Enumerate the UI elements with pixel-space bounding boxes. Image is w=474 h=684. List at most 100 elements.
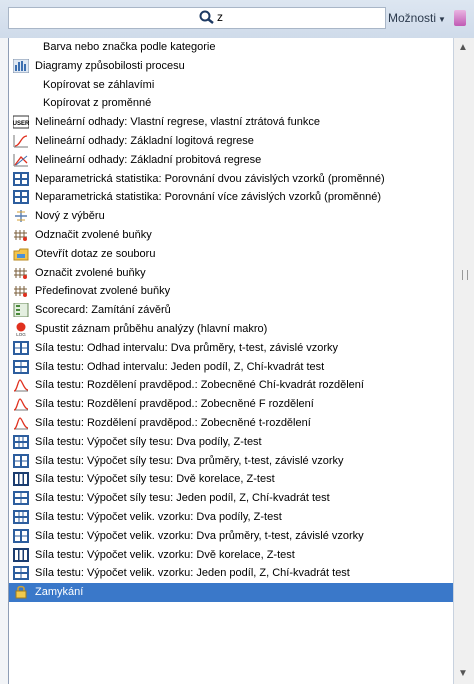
power-two-means-icon [13,528,29,543]
list-item-label: Nelineární odhady: Vlastní regrese, vlas… [35,116,320,129]
list-item[interactable]: Síla testu: Rozdělení pravděpod.: Zobecn… [9,395,453,414]
options-label: Možnosti [388,11,437,25]
svg-text:USER: USER [13,121,29,127]
process-capability-icon [13,58,29,73]
power-two-proportions-icon [13,434,29,449]
list-item[interactable]: Síla testu: Výpočet velik. vzorku: Dva p… [9,527,453,546]
chevron-down-icon: ▼ [438,15,446,24]
list-item-label: Síla testu: Výpočet velik. vzorku: Dvě k… [35,548,295,561]
user-regression-icon: USER [13,115,29,129]
list-item[interactable]: USER Nelineární odhady: Vlastní regrese, … [9,113,453,132]
list-item-label: Síla testu: Výpočet síly tesu: Dva průmě… [35,454,344,467]
list-item-label: Síla testu: Výpočet síly tesu: Dva podíl… [35,435,262,448]
list-item[interactable]: Zamykání [9,583,453,602]
list-item-label: Síla testu: Výpočet síly tesu: Dvě korel… [35,473,275,486]
list-item-label: Kopírovat se záhlavími [43,78,155,91]
power-correlations-icon [13,547,29,562]
open-query-icon [13,248,29,261]
list-item-label: Neparametrická statistika: Porovnání víc… [35,191,382,204]
distribution-curve-icon [13,417,29,430]
list-item[interactable]: Předefinovat zvolené buňky [9,282,453,301]
list-item-label: Označit zvolené buňky [35,266,146,279]
list-item[interactable]: Síla testu: Výpočet velik. vzorku: Dva p… [9,508,453,527]
list-item[interactable]: Síla testu: Výpočet síly tesu: Dva podíl… [9,433,453,452]
new-from-selection-icon [15,210,27,223]
list-item[interactable]: LOG Spustit záznam průběhu analýzy (hlavn… [9,320,453,339]
list-item-label: Předefinovat zvolené buňky [35,285,171,298]
distribution-curve-icon [13,379,29,392]
ribbon-edge-icon [454,10,466,26]
list-item[interactable]: Scorecard: Zamítání závěrů [9,301,453,320]
list-item-label: Diagramy způsobilosti procesu [35,59,185,72]
list-item-label: Nový z výběru [35,210,105,223]
list-item-label: Spustit záznam průběhu analýzy (hlavní m… [35,322,268,335]
search-input[interactable] [8,7,386,29]
list-item-label: Nelineární odhady: Základní logitová reg… [35,134,254,147]
list-item[interactable]: Diagramy způsobilosti procesu [9,57,453,76]
power-one-proportion-icon [13,566,29,581]
list-item-label: Nelineární odhady: Základní probitová re… [35,153,262,166]
search-value: z [217,10,223,24]
list-item[interactable]: Nelineární odhady: Základní logitová reg… [9,132,453,151]
list-item-label: Síla testu: Rozdělení pravděpod.: Zobecn… [35,379,364,392]
probit-curve-icon [13,153,28,167]
list-item[interactable]: Otevřít dotaz ze souboru [9,245,453,264]
svg-text:LOG: LOG [16,332,26,336]
list-item-label: Neparametrická statistika: Porovnání dvo… [35,172,385,185]
list-item[interactable]: Nelineární odhady: Základní probitová re… [9,151,453,170]
list-item-label: Otevřít dotaz ze souboru [35,247,156,260]
power-one-proportion-icon [13,359,29,374]
list-item[interactable]: Síla testu: Rozdělení pravděpod.: Zobecn… [9,414,453,433]
mark-cells-icon [14,267,27,279]
scorecard-icon [13,303,29,318]
list-item[interactable]: Síla testu: Výpočet síly tesu: Dvě korel… [9,470,453,489]
options-button[interactable]: Možnosti ▼ [388,8,452,28]
logit-curve-icon [13,134,28,148]
list-item[interactable]: Neparametrická statistika: Porovnání víc… [9,188,453,207]
power-two-proportions-icon [13,509,29,524]
list-item[interactable]: Síla testu: Výpočet síly tesu: Jeden pod… [9,489,453,508]
list-item[interactable]: Síla testu: Rozdělení pravděpod.: Zobecn… [9,376,453,395]
list-item[interactable]: Označit zvolené buňky [9,264,453,283]
list-item[interactable]: Síla testu: Výpočet velik. vzorku: Jeden… [9,564,453,583]
list-item[interactable]: Odznačit zvolené buňky [9,226,453,245]
nonparametric-grid-icon [13,171,29,186]
power-two-means-icon [13,453,29,468]
list-item-label: Odznačit zvolené buňky [35,228,152,241]
list-item[interactable]: Síla testu: Výpočet síly tesu: Dva průmě… [9,452,453,471]
list-item[interactable]: Nový z výběru [9,207,453,226]
list-item[interactable]: Kopírovat z proměnné [9,94,453,113]
list-item-label: Síla testu: Rozdělení pravděpod.: Zobecn… [35,416,311,429]
distribution-curve-icon [13,398,29,411]
power-two-means-icon [13,340,29,355]
unmark-cells-icon [14,229,27,241]
scroll-down-icon[interactable]: ▼ [458,668,468,679]
lock-icon [15,585,27,599]
list-item[interactable]: Neparametrická statistika: Porovnání dvo… [9,170,453,189]
list-item-label: Síla testu: Odhad intervalu: Jeden podíl… [35,360,325,373]
list-item[interactable]: Síla testu: Odhad intervalu: Dva průměry… [9,339,453,358]
search-icon [199,10,214,24]
list-item-label: Síla testu: Výpočet velik. vzorku: Jeden… [35,567,350,580]
list-item-label: Síla testu: Výpočet velik. vzorku: Dva p… [35,510,282,523]
list-item[interactable]: Síla testu: Odhad intervalu: Jeden podíl… [9,358,453,377]
command-list-items: Barva nebo značka podle kategorie Diagram… [9,38,453,602]
list-item-label: Síla testu: Rozdělení pravděpod.: Zobecn… [35,398,314,411]
vertical-scrollbar[interactable]: ▲ ▼ [454,38,474,684]
toolbar: z Možnosti ▼ [0,0,474,38]
scroll-up-icon[interactable]: ▲ [458,42,468,53]
redefine-cells-icon [14,286,27,298]
command-list[interactable]: Barva nebo značka podle kategorie Diagram… [8,38,454,684]
scroll-grip-icon[interactable] [462,270,468,280]
list-item[interactable]: Síla testu: Výpočet velik. vzorku: Dvě k… [9,546,453,565]
list-item-label: Scorecard: Zamítání závěrů [35,304,171,317]
list-item-label: Síla testu: Výpočet velik. vzorku: Dva p… [35,529,364,542]
nonparametric-grid-icon [13,190,29,205]
list-item[interactable]: Barva nebo značka podle kategorie [9,38,453,57]
list-item-label: Síla testu: Odhad intervalu: Dva průměry… [35,341,339,354]
list-item-label: Zamykání [35,586,84,599]
list-item-label: Barva nebo značka podle kategorie [43,41,216,53]
power-one-proportion-icon [13,491,29,506]
power-correlations-icon [13,472,29,487]
list-item[interactable]: Kopírovat se záhlavími [9,76,453,95]
